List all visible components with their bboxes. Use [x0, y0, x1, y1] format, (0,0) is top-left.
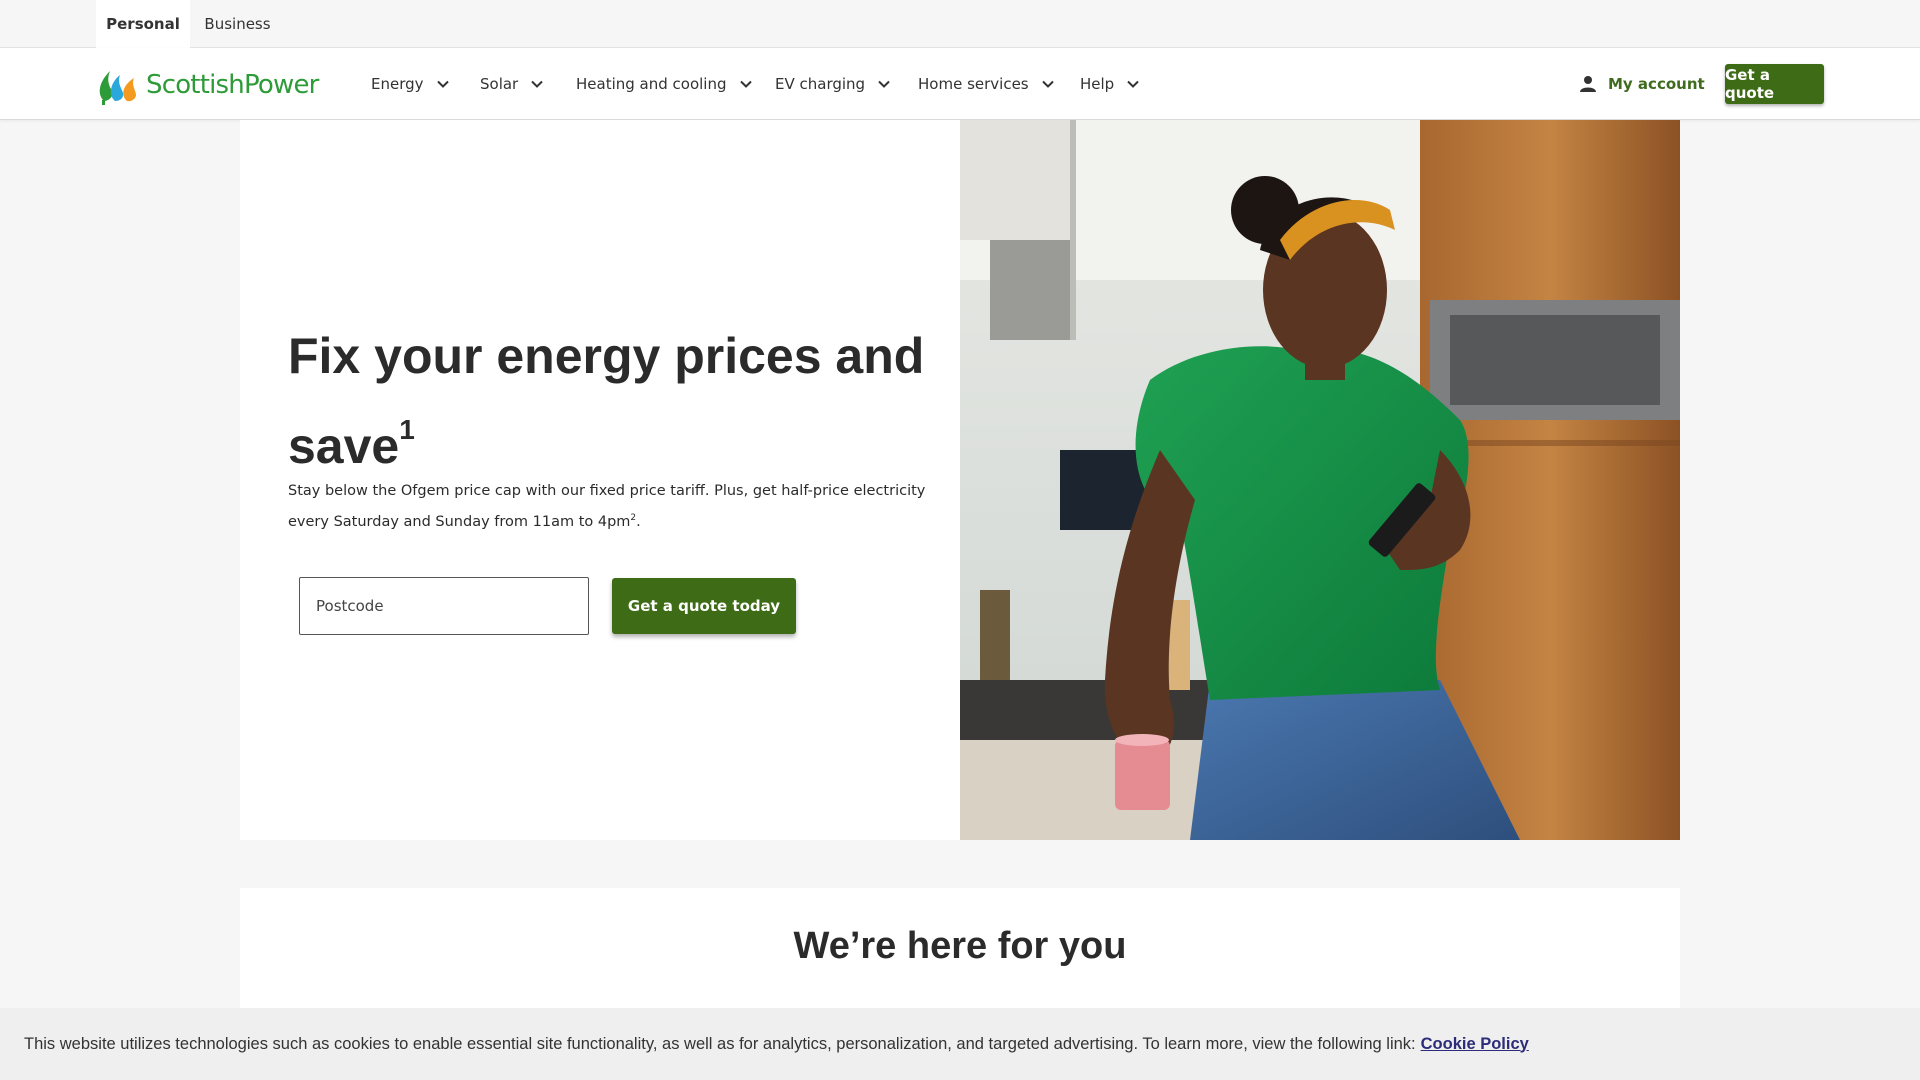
- nav-heating-label: Heating and cooling: [576, 75, 727, 93]
- nav-help-label: Help: [1080, 75, 1115, 93]
- scottishpower-logo[interactable]: ScottishPower: [96, 64, 319, 106]
- tab-business[interactable]: Business: [190, 0, 285, 48]
- chevron-down-icon: [531, 80, 543, 88]
- nav-home-label: Home services: [918, 75, 1029, 93]
- hero-title: Fix your energy prices and save1: [288, 320, 928, 483]
- main-header: ScottishPower Energy Solar Heating and c…: [0, 48, 1920, 120]
- hero-description: Stay below the Ofgem price cap with our …: [288, 478, 928, 536]
- hero-description-end: .: [636, 513, 641, 530]
- flame-logo-icon: [99, 71, 136, 105]
- nav-energy-label: Energy: [371, 75, 424, 93]
- chevron-down-icon: [878, 80, 890, 88]
- cookie-policy-link[interactable]: Cookie Policy: [1421, 1035, 1529, 1054]
- chevron-down-icon: [1041, 80, 1054, 88]
- hero-title-text: Fix your energy prices and save: [288, 328, 925, 474]
- cookie-banner: This website utilizes technologies such …: [0, 1008, 1920, 1080]
- chevron-down-icon: [1127, 80, 1139, 88]
- person-icon: [1580, 76, 1596, 92]
- nav-heating-and-cooling[interactable]: Heating and cooling: [576, 48, 753, 120]
- nav-energy[interactable]: Energy: [371, 48, 450, 120]
- my-account-label: My account: [1608, 75, 1705, 93]
- nav-home-services[interactable]: Home services: [918, 48, 1055, 120]
- hero-photo-illustration: [960, 120, 1680, 840]
- hero-title-footnote[interactable]: 1: [399, 414, 415, 445]
- postcode-input[interactable]: [299, 577, 589, 635]
- hero-photo: [960, 120, 1680, 840]
- audience-bar: Personal Business: [0, 0, 1920, 48]
- nav-solar[interactable]: Solar: [480, 48, 544, 120]
- nav-solar-label: Solar: [480, 75, 519, 93]
- nav-ev-charging[interactable]: EV charging: [775, 48, 891, 120]
- section-title: We’re here for you: [793, 925, 1127, 967]
- get-a-quote-button[interactable]: Get a quote: [1725, 64, 1824, 104]
- tab-personal[interactable]: Personal: [96, 0, 190, 48]
- chevron-down-icon: [436, 80, 449, 88]
- cookie-text: This website utilizes technologies such …: [24, 1034, 1416, 1053]
- chevron-down-icon: [739, 80, 752, 88]
- my-account-link[interactable]: My account: [1578, 48, 1705, 120]
- get-a-quote-today-button[interactable]: Get a quote today: [612, 578, 796, 634]
- nav-help[interactable]: Help: [1080, 48, 1140, 120]
- hero-description-text: Stay below the Ofgem price cap with our …: [288, 483, 926, 530]
- logo-wordmark: ScottishPower: [146, 70, 319, 100]
- nav-ev-label: EV charging: [775, 75, 866, 93]
